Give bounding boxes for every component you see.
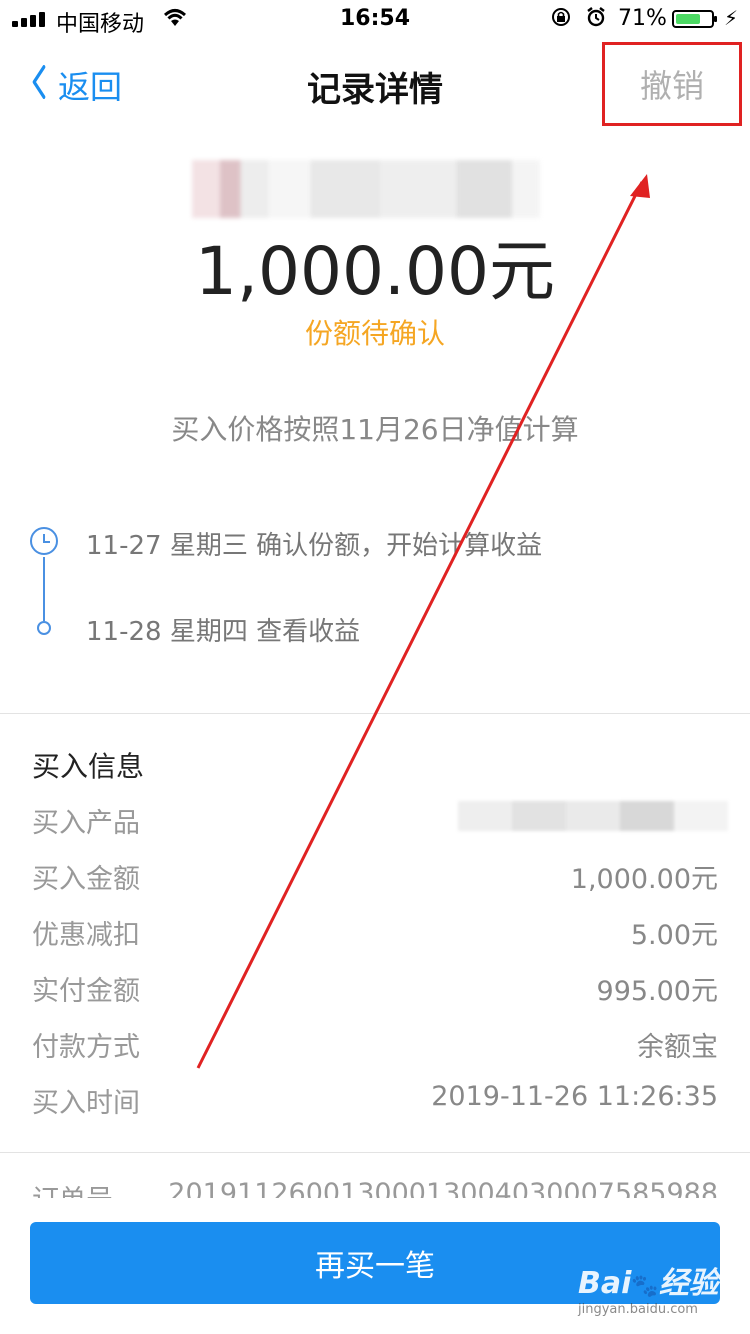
battery-percent: 71%: [618, 6, 667, 31]
transaction-amount: 1,000.00元: [195, 233, 555, 310]
nav-bar: 返回 记录详情 撤销: [0, 40, 750, 130]
charging-bolt-icon: ⚡: [724, 6, 739, 30]
section-divider: [0, 1152, 750, 1153]
timeline-step-confirm: 11-27 星期三 确认份额，开始计算收益: [86, 531, 543, 561]
info-row-discount: 优惠减扣 5.00元: [32, 913, 718, 969]
order-value: 20191126001300013004030007585988: [168, 1178, 718, 1198]
undo-button[interactable]: 撤销: [602, 42, 742, 126]
row-value: 5.00元: [630, 920, 718, 951]
row-value: 995.00元: [596, 976, 718, 1007]
row-label: 实付金额: [32, 976, 140, 1007]
progress-timeline: 11-27 星期三 确认份额，开始计算收益 11-28 星期四 查看收益: [28, 525, 728, 655]
row-value: 1,000.00元: [570, 864, 718, 895]
watermark-brand: Bai: [578, 1266, 632, 1301]
baidu-watermark: Bai🐾经验 jingyan.baidu.com: [578, 1258, 728, 1328]
order-number-row: 订单号 20191126001300013004030007585988: [32, 1178, 718, 1198]
paw-icon: 🐾: [631, 1274, 659, 1299]
status-badge: 份额待确认: [304, 317, 445, 350]
row-value: 2019-11-26 11:26:35: [431, 1081, 718, 1112]
row-label: 买入金额: [32, 864, 140, 895]
timeline-dot-icon: [37, 621, 51, 635]
order-label: 订单号: [32, 1178, 113, 1198]
timeline-step-earnings: 11-28 星期四 查看收益: [86, 617, 361, 647]
row-label: 优惠减扣: [32, 920, 140, 951]
clock-icon: [30, 527, 58, 555]
status-bar: 中国移动 16:54 71% ⚡: [0, 0, 750, 40]
info-row-amount: 买入金额 1,000.00元: [32, 857, 718, 913]
section-title: 买入信息: [32, 750, 145, 783]
buy-again-label: 再买一笔: [315, 1249, 435, 1284]
info-row-time: 买入时间 2019-11-26 11:26:35: [32, 1081, 718, 1137]
undo-label: 撤销: [639, 67, 704, 105]
blurred-product-name: [192, 160, 540, 218]
row-label: 付款方式: [32, 1032, 140, 1063]
alarm-icon: [585, 6, 607, 34]
price-note: 买入价格按照11月26日净值计算: [171, 413, 579, 446]
timeline-connector: [43, 557, 45, 621]
info-row-paid: 实付金额 995.00元: [32, 969, 718, 1025]
section-divider: [0, 713, 750, 714]
row-value: 余额宝: [637, 1032, 718, 1063]
info-row-product: 买入产品: [32, 801, 728, 857]
watermark-suffix: 经验: [658, 1266, 719, 1301]
row-label: 买入时间: [32, 1088, 140, 1119]
battery-icon: [672, 10, 717, 28]
info-row-payment-method: 付款方式 余额宝: [32, 1025, 718, 1081]
rotation-lock-icon: [550, 6, 572, 34]
row-label: 买入产品: [32, 808, 140, 839]
blurred-product-value: [458, 801, 728, 831]
buy-info-section: 买入信息 买入产品 买入金额 1,000.00元 优惠减扣 5.00元 实付金额…: [32, 745, 728, 1137]
watermark-site: jingyan.baidu.com: [578, 1302, 698, 1317]
